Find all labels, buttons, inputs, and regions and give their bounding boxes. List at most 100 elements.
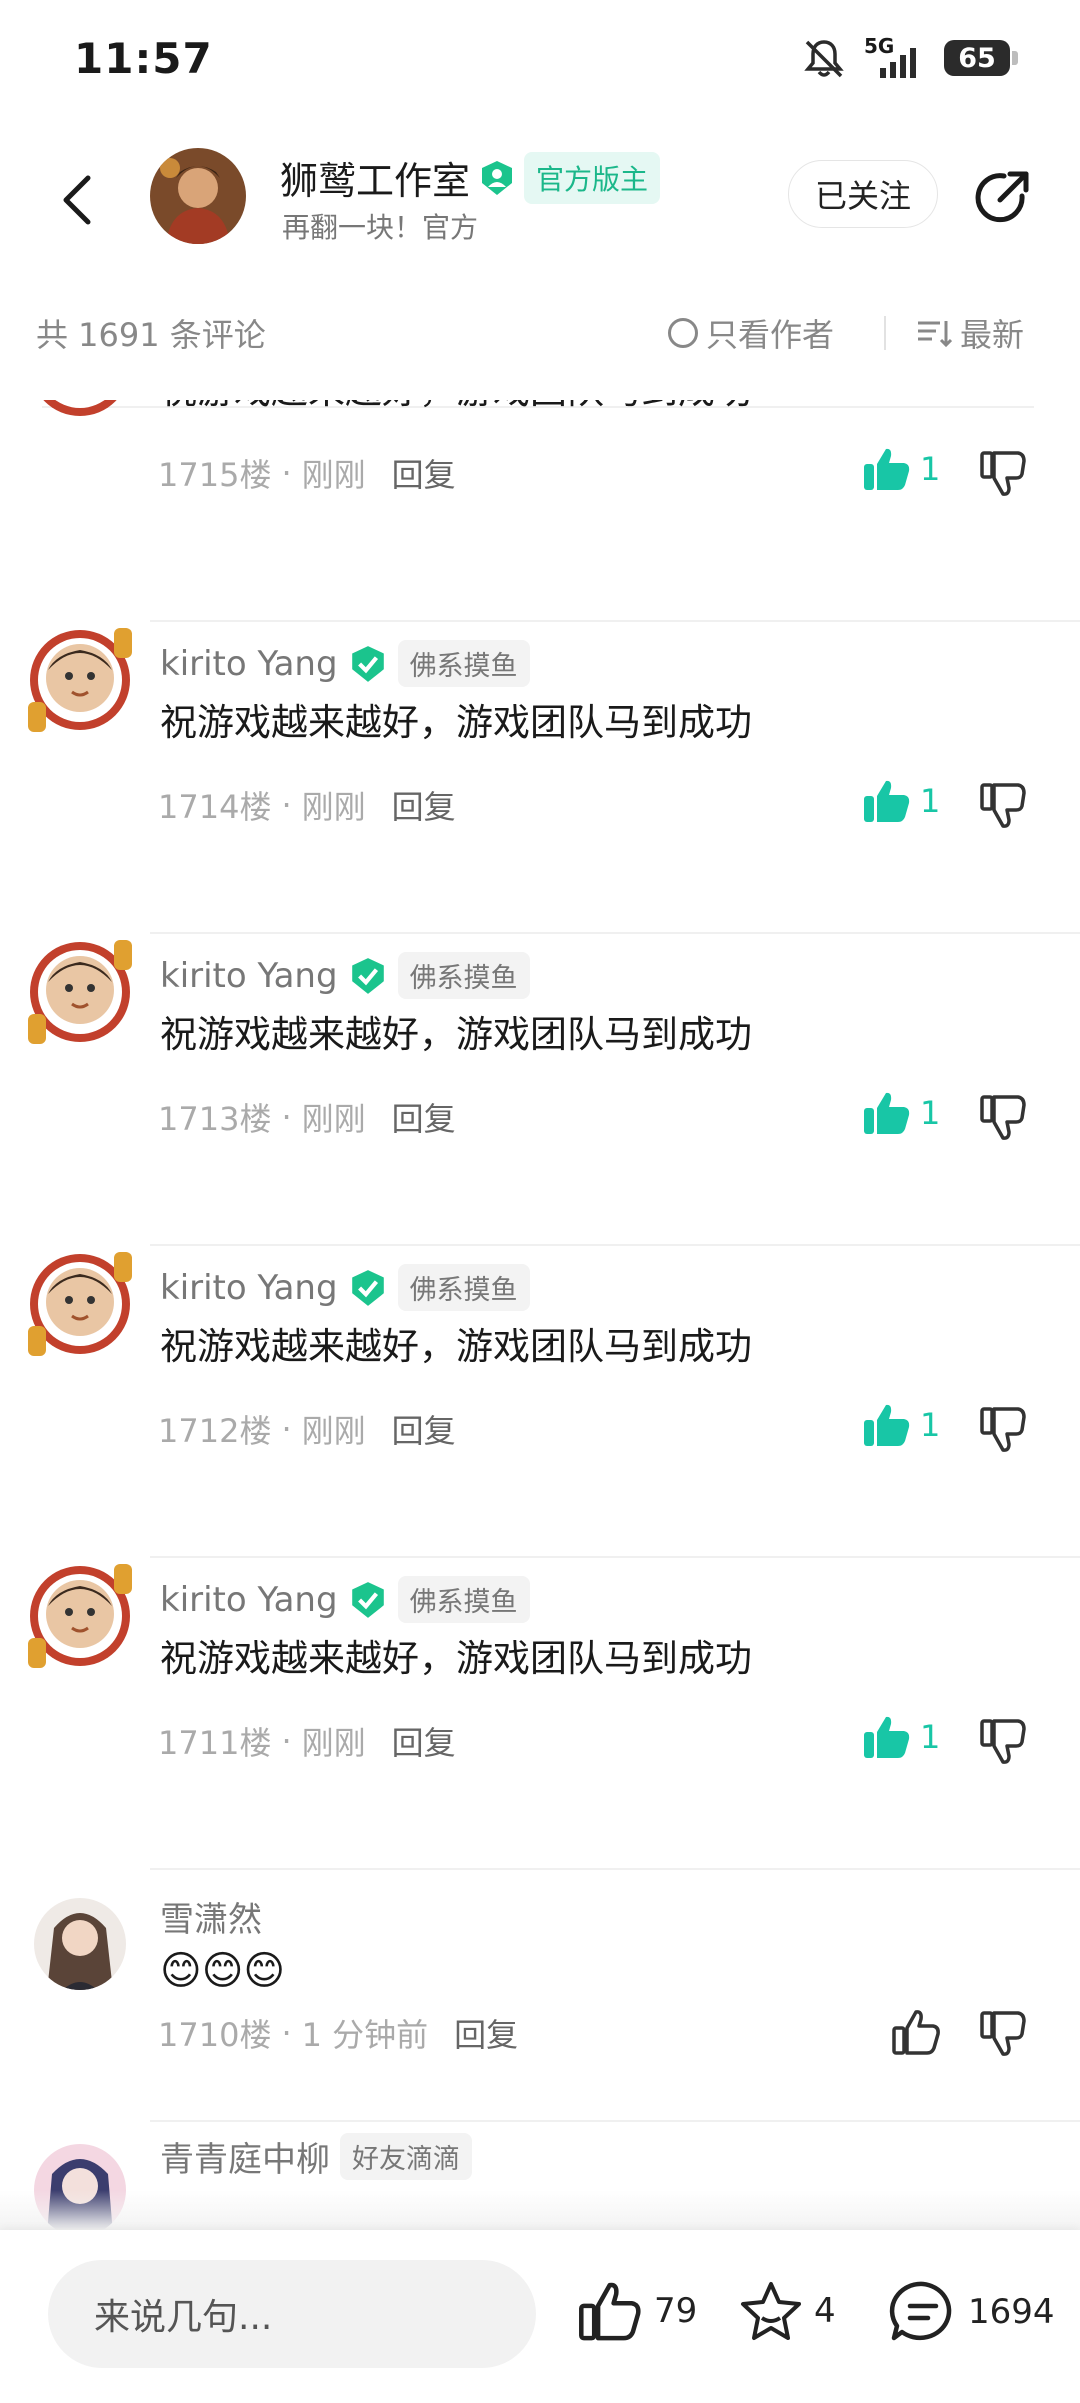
comment-list[interactable]: 祝游戏越来越好，游戏团队马到成功 1715楼 · 刚刚 回复 1 bbox=[0, 400, 1080, 2230]
username[interactable]: kirito Yang bbox=[160, 644, 338, 684]
like-count: 1 bbox=[920, 1406, 941, 1444]
user-avatar[interactable] bbox=[24, 1248, 136, 1360]
comment-item: kirito Yang 佛系摸鱼 祝游戏越来越好，游戏团队马到成功 1712楼 … bbox=[0, 1246, 1080, 1558]
comment-item: kirito Yang 佛系摸鱼 祝游戏越来越好，游戏团队马到成功 1711楼 … bbox=[0, 1558, 1080, 1870]
reply-button[interactable]: 回复 bbox=[454, 2010, 518, 2056]
favorite-button[interactable]: 4 bbox=[738, 2280, 836, 2342]
mute-icon bbox=[804, 40, 844, 78]
comment-item: kirito Yang 佛系摸鱼 祝游戏越来越好，游戏团队马到成功 1713楼 … bbox=[0, 934, 1080, 1246]
comment-meta: 1710楼 · 1 分钟前 回复 bbox=[158, 2010, 518, 2056]
filter-divider bbox=[884, 316, 886, 350]
comment-time: 刚刚 bbox=[301, 1412, 366, 1450]
username[interactable]: kirito Yang bbox=[160, 1268, 338, 1308]
comment-time: 刚刚 bbox=[301, 456, 366, 494]
only-author-label: 只看作者 bbox=[706, 316, 835, 354]
meta-dot: · bbox=[281, 786, 292, 824]
like-button[interactable]: 1 bbox=[862, 446, 940, 492]
user-avatar[interactable] bbox=[24, 624, 136, 736]
comment-time: 刚刚 bbox=[301, 1100, 366, 1138]
username[interactable]: kirito Yang bbox=[160, 956, 338, 996]
username[interactable]: 青青庭中柳 bbox=[160, 2132, 330, 2181]
sort-label: 最新 bbox=[960, 316, 1025, 354]
signal-indicator: 5G bbox=[864, 34, 926, 78]
thumbs-down-icon[interactable] bbox=[980, 450, 1028, 498]
meta-dot: · bbox=[281, 454, 292, 492]
comment-text: 祝游戏越来越好，游戏团队马到成功 bbox=[160, 400, 752, 414]
thumbs-down-icon[interactable] bbox=[980, 1094, 1028, 1142]
user-avatar[interactable] bbox=[24, 400, 136, 422]
thumbs-up-icon bbox=[579, 2282, 641, 2341]
meta-dot: · bbox=[281, 2014, 292, 2052]
thumbs-up-filled-icon bbox=[864, 780, 910, 822]
like-count: 1 bbox=[920, 450, 941, 488]
user-tag: 好友滴滴 bbox=[340, 2133, 472, 2180]
verified-icon bbox=[351, 1581, 384, 1618]
status-bar: 11:57 5G 65 bbox=[0, 0, 1080, 120]
back-icon[interactable] bbox=[50, 170, 110, 230]
comment-user-row: kirito Yang 佛系摸鱼 bbox=[160, 1576, 530, 1623]
like-button[interactable]: 1 bbox=[862, 778, 940, 824]
sort-button[interactable]: 最新 bbox=[916, 310, 1024, 356]
comment-time: 1 分钟前 bbox=[301, 2016, 429, 2054]
post-like-button[interactable]: 79 bbox=[578, 2280, 697, 2342]
comment-meta: 1713楼 · 刚刚 回复 bbox=[158, 1094, 456, 1140]
thumbs-up-icon[interactable] bbox=[892, 2008, 942, 2056]
favorite-count: 4 bbox=[814, 2291, 836, 2331]
comments-button[interactable]: 1694 bbox=[888, 2280, 1055, 2344]
comment-meta: 1715楼 · 刚刚 回复 bbox=[158, 450, 456, 496]
status-icons: 5G 65 bbox=[802, 34, 1018, 78]
thumbs-down-icon[interactable] bbox=[980, 782, 1028, 830]
comment-bubble-icon bbox=[889, 2281, 952, 2341]
reply-button[interactable]: 回复 bbox=[392, 782, 456, 828]
comment-input[interactable]: 来说几句... bbox=[48, 2260, 536, 2368]
only-author-toggle[interactable]: 只看作者 bbox=[668, 310, 834, 356]
comment-meta: 1714楼 · 刚刚 回复 bbox=[158, 782, 456, 828]
author-avatar[interactable] bbox=[150, 148, 246, 244]
meta-dot: · bbox=[281, 1098, 292, 1136]
comment-time: 刚刚 bbox=[301, 788, 366, 826]
user-avatar[interactable] bbox=[24, 1888, 136, 2000]
like-button[interactable]: 1 bbox=[862, 1714, 940, 1760]
like-count: 1 bbox=[920, 1718, 941, 1756]
reply-button[interactable]: 回复 bbox=[392, 1094, 456, 1140]
user-avatar[interactable] bbox=[24, 1560, 136, 1672]
thumbs-down-icon[interactable] bbox=[980, 1406, 1028, 1454]
comment-user-row: kirito Yang 佛系摸鱼 bbox=[160, 1264, 530, 1311]
author-name[interactable]: 狮鹫工作室 bbox=[280, 150, 470, 205]
reply-button[interactable]: 回复 bbox=[392, 1718, 456, 1764]
reply-button[interactable]: 回复 bbox=[392, 450, 456, 496]
thumbs-down-icon[interactable] bbox=[980, 2010, 1028, 2058]
star-icon bbox=[741, 2282, 801, 2340]
reply-button[interactable]: 回复 bbox=[392, 1406, 456, 1452]
comment-count: 共 1691 条评论 bbox=[36, 316, 266, 354]
comment-filter-bar: 共 1691 条评论 只看作者 最新 bbox=[0, 300, 1080, 370]
comment-user-row: 青青庭中柳 好友滴滴 bbox=[160, 2132, 472, 2181]
username[interactable]: 雪潇然 bbox=[160, 1892, 262, 1941]
like-count: 1 bbox=[920, 782, 941, 820]
comment-user-row: 雪潇然 bbox=[160, 1892, 262, 1941]
like-button[interactable]: 1 bbox=[862, 1090, 940, 1136]
comment-meta: 1711楼 · 刚刚 回复 bbox=[158, 1718, 456, 1764]
official-moderator-badge: 官方版主 bbox=[524, 151, 661, 204]
user-avatar[interactable] bbox=[24, 936, 136, 1048]
user-tag: 佛系摸鱼 bbox=[397, 952, 530, 999]
meta-dot: · bbox=[281, 1410, 292, 1448]
comment-text: 祝游戏越来越好，游戏团队马到成功 bbox=[160, 1325, 752, 1368]
thumbs-up-filled-icon bbox=[864, 1404, 910, 1446]
author-title-row: 狮鹫工作室 官方版主 bbox=[280, 150, 661, 205]
comment-user-row: kirito Yang 佛系摸鱼 bbox=[160, 640, 530, 687]
thumbs-down-icon[interactable] bbox=[980, 1718, 1028, 1766]
verified-icon bbox=[482, 160, 513, 195]
thumbs-up-filled-icon bbox=[864, 1716, 910, 1758]
like-button[interactable]: 1 bbox=[862, 1402, 940, 1448]
follow-button[interactable]: 已关注 bbox=[788, 160, 938, 228]
clock: 11:57 bbox=[74, 34, 213, 83]
floor-number: 1711楼 bbox=[158, 1724, 272, 1762]
floor-number: 1713楼 bbox=[158, 1100, 272, 1138]
floor-number: 1714楼 bbox=[158, 788, 272, 826]
comment-user-row: kirito Yang 佛系摸鱼 bbox=[160, 952, 530, 999]
verified-icon bbox=[351, 645, 384, 682]
username[interactable]: kirito Yang bbox=[160, 1580, 338, 1620]
share-icon[interactable] bbox=[970, 166, 1036, 232]
comment-text: 😊😊😊 bbox=[160, 1948, 286, 1994]
